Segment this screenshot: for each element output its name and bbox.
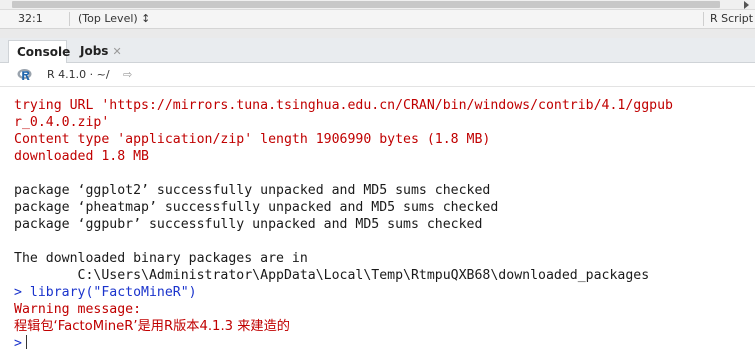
console-prompt[interactable]: > [14, 335, 673, 352]
console-line: Content type 'application/zip' length 19… [14, 132, 491, 147]
r-version: R 4.1.0 [47, 68, 87, 81]
tab-console[interactable]: Console [8, 40, 71, 63]
scope-selector[interactable]: (Top Level) ↕ [78, 10, 150, 28]
close-icon[interactable]: ✕ [112, 45, 121, 58]
go-to-directory-icon[interactable]: ⇨ [123, 63, 132, 86]
console-line: r_0.4.0.zip' [14, 115, 110, 130]
console-input-line: > library("FactoMineR") [14, 285, 197, 300]
working-directory[interactable]: ~/ [97, 68, 110, 81]
console-output[interactable]: trying URL 'https://mirrors.tuna.tsinghu… [0, 87, 755, 354]
editor-status-bar: 32:1 (Top Level) ↕ R Script [0, 10, 755, 29]
tab-console-label: Console [17, 45, 71, 59]
console-line: C:\Users\Administrator\AppData\Local\Tem… [14, 268, 650, 283]
console-line: package ‘ggplot2’ successfully unpacked … [14, 183, 491, 198]
file-type-selector[interactable]: R Script [710, 10, 753, 28]
console-text: trying URL 'https://mirrors.tuna.tsinghu… [14, 97, 673, 352]
console-tab-bar: Console Jobs ✕ [0, 38, 755, 63]
console-line: package ‘ggpubr’ successfully unpacked a… [14, 217, 483, 232]
pane-splitter[interactable] [0, 29, 755, 38]
text-cursor [25, 335, 27, 349]
r-logo-icon [17, 69, 32, 80]
scroll-right-icon[interactable] [744, 1, 749, 9]
status-divider [69, 12, 70, 26]
console-line: downloaded 1.8 MB [14, 149, 149, 164]
tab-jobs[interactable]: Jobs ✕ [72, 40, 132, 63]
status-divider [703, 12, 704, 26]
console-toolbar: R 4.1.0 · ~/ ⇨ [0, 63, 755, 87]
toolbar-separator: · [89, 68, 94, 81]
tab-jobs-label: Jobs [80, 44, 109, 58]
scrollbar-thumb[interactable] [12, 1, 720, 8]
console-line: The downloaded binary packages are in [14, 251, 308, 266]
r-version-label: R 4.1.0 · ~/ [47, 63, 110, 86]
editor-horizontal-scrollbar[interactable] [0, 0, 755, 10]
console-line: trying URL 'https://mirrors.tuna.tsinghu… [14, 98, 673, 113]
cursor-position: 32:1 [18, 12, 43, 25]
console-line: 程辑包‘FactoMineR’是用R版本4.1.3 来建造的 [14, 319, 290, 334]
prompt-symbol: > [14, 336, 22, 351]
console-line: Warning message: [14, 302, 142, 317]
console-line: package ‘pheatmap’ successfully unpacked… [14, 200, 499, 215]
